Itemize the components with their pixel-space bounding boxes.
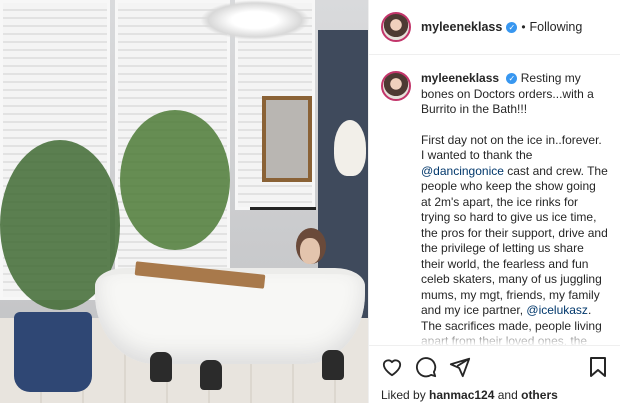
likes-summary: Liked by hanmac124 and others: [381, 388, 609, 402]
action-icons: [381, 354, 609, 380]
verified-icon: ✓: [506, 21, 518, 33]
separator: •: [521, 20, 526, 34]
caption-segment: cast and crew. The people who keep the s…: [421, 163, 608, 318]
post-header: myleeneklass ✓ • Following: [369, 0, 620, 55]
caption-paragraph: First day not on the ice in..forever. I …: [421, 133, 608, 347]
caption-segment: First day not on the ice in..forever. I …: [421, 132, 602, 163]
avatar[interactable]: [381, 12, 411, 42]
tub-foot: [200, 360, 222, 390]
mention-link[interactable]: @icelukasz: [526, 303, 588, 317]
shelf: [250, 207, 316, 210]
liked-by-user[interactable]: hanmac124: [429, 388, 494, 402]
liked-by-others[interactable]: others: [521, 388, 558, 402]
action-bar: Liked by hanmac124 and others: [369, 345, 620, 402]
post-side-panel: myleeneklass ✓ • Following myleeneklass …: [368, 0, 620, 403]
post-photo[interactable]: [0, 0, 368, 403]
verified-icon: ✓: [506, 73, 518, 85]
avatar[interactable]: [381, 71, 411, 101]
caption-username[interactable]: myleeneklass: [421, 71, 499, 85]
mention-link[interactable]: @dancingonice: [421, 164, 504, 178]
instagram-post: myleeneklass ✓ • Following myleeneklass …: [0, 0, 620, 403]
bookmark-icon[interactable]: [587, 356, 609, 378]
heart-icon[interactable]: [381, 356, 403, 378]
tub-foot: [322, 350, 344, 380]
send-icon[interactable]: [449, 356, 471, 378]
feather-decoration: [334, 120, 366, 176]
person-face: [300, 238, 320, 264]
likes-prefix: Liked by: [381, 388, 430, 402]
caption-fade: [369, 328, 620, 346]
palm-leaves: [120, 110, 230, 250]
likes-and: and: [494, 388, 522, 402]
caption-area: myleeneklass ✓ Resting my bones on Docto…: [369, 55, 620, 346]
username[interactable]: myleeneklass: [421, 20, 502, 34]
tub-foot: [150, 352, 172, 382]
plant-pot: [14, 312, 92, 392]
caption-text: myleeneklass ✓ Resting my bones on Docto…: [421, 71, 608, 346]
caption-row: myleeneklass ✓ Resting my bones on Docto…: [381, 71, 608, 346]
comment-icon[interactable]: [415, 356, 437, 378]
chandelier: [200, 0, 310, 40]
mirror: [262, 96, 312, 182]
following-button[interactable]: Following: [530, 20, 583, 34]
